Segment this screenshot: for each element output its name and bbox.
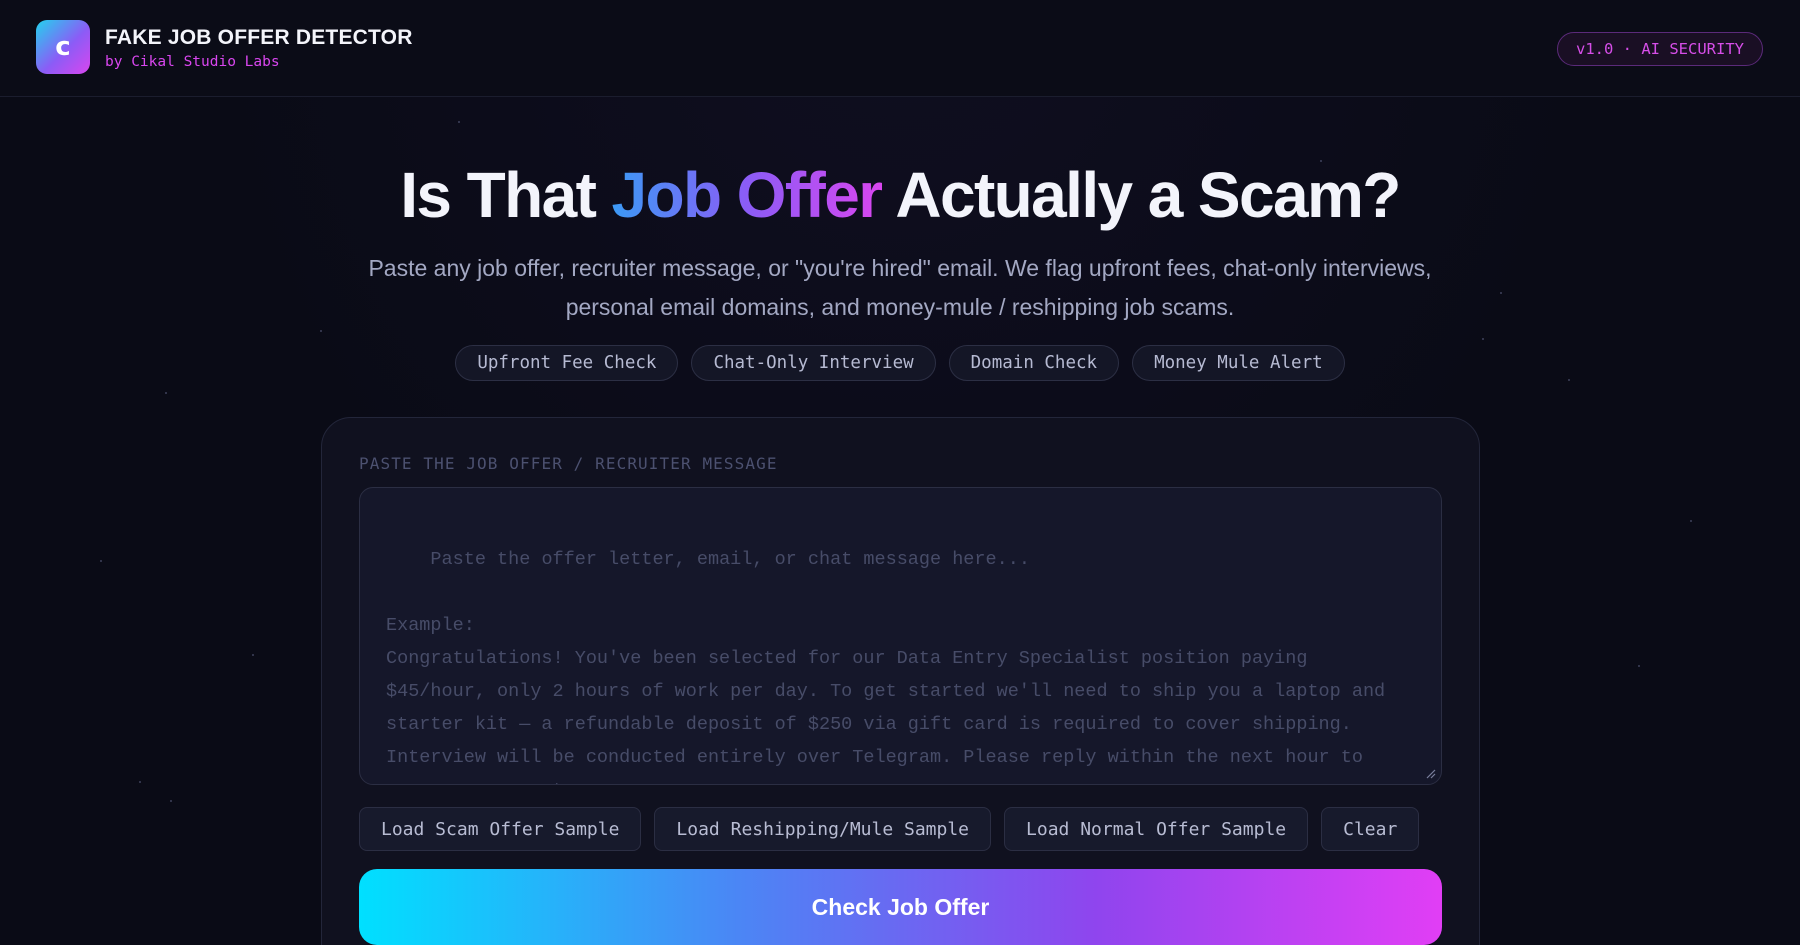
hero-description: Paste any job offer, recruiter message, … — [368, 255, 1432, 320]
hero-title-accent: Job Offer — [611, 159, 883, 231]
app-header: c FAKE JOB OFFER DETECTOR by Cikal Studi… — [0, 0, 1800, 97]
load-mule-sample-button[interactable]: Load Reshipping/Mule Sample — [654, 807, 992, 851]
app-title: FAKE JOB OFFER DETECTOR — [105, 26, 413, 49]
chip-money-mule-alert: Money Mule Alert — [1132, 345, 1345, 381]
clear-button[interactable]: Clear — [1321, 807, 1420, 851]
hero-title-after: Actually a Scam? — [881, 159, 1401, 231]
load-scam-sample-button[interactable]: Load Scam Offer Sample — [359, 807, 642, 851]
resize-handle-icon[interactable] — [1426, 769, 1436, 779]
sample-buttons: Load Scam Offer Sample Load Reshipping/M… — [359, 807, 1420, 851]
chip-domain-check: Domain Check — [948, 345, 1120, 381]
textarea-placeholder: Paste the offer letter, email, or chat m… — [386, 549, 1386, 784]
check-job-offer-button[interactable]: Check Job Offer — [359, 869, 1442, 945]
version-badge: v1.0 · AI SECURITY — [1557, 32, 1763, 66]
hero-title-before: Is That — [400, 159, 612, 231]
app-subtitle: by Cikal Studio Labs — [105, 54, 280, 70]
message-field-label: PASTE THE JOB OFFER / RECRUITER MESSAGE — [359, 454, 778, 473]
job-offer-textarea[interactable]: Paste the offer letter, email, or chat m… — [359, 487, 1442, 785]
input-card: PASTE THE JOB OFFER / RECRUITER MESSAGE … — [321, 417, 1480, 945]
feature-chips: Upfront Fee Check Chat-Only Interview Do… — [0, 345, 1800, 381]
logo-letter: c — [55, 32, 71, 62]
load-normal-sample-button[interactable]: Load Normal Offer Sample — [1004, 807, 1309, 851]
app-logo: c — [36, 20, 90, 74]
hero-title: Is That Job Offer Actually a Scam? — [0, 158, 1800, 232]
chip-upfront-fee-check: Upfront Fee Check — [455, 345, 679, 381]
chip-chat-only-interview: Chat-Only Interview — [691, 345, 936, 381]
